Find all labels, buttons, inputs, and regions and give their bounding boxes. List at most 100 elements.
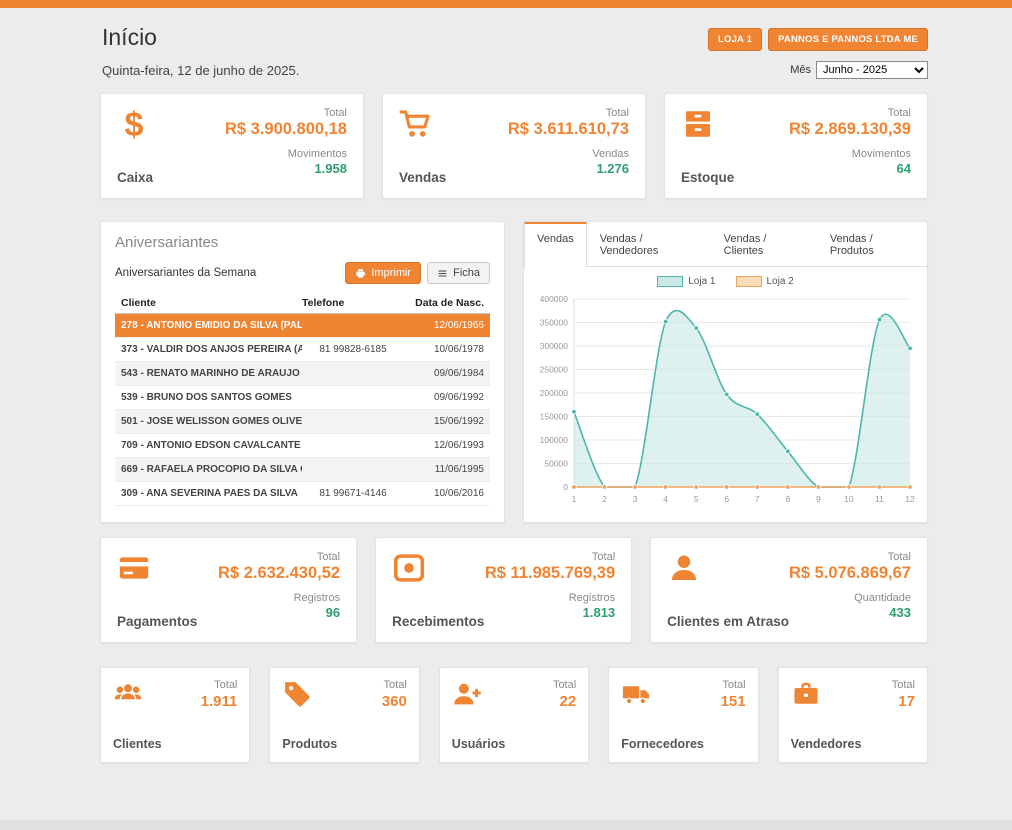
birthday-row[interactable]: 539 - BRUNO DOS SANTOS GOMES09/06/1992: [115, 386, 490, 410]
card-label: Vendas: [399, 170, 446, 185]
svg-text:5: 5: [694, 494, 699, 504]
page-header: Início LOJA 1 PANNOS E PANNOS LTDA ME: [100, 22, 928, 51]
legend-swatch: [736, 276, 762, 287]
count-value: 433: [789, 605, 911, 620]
birthdays-title: Aniversariantes: [101, 222, 504, 257]
sales-panel: VendasVendas / VendedoresVendas / Client…: [523, 221, 928, 523]
svg-text:4: 4: [663, 494, 668, 504]
legend-loja-2: Loja 2: [736, 276, 794, 287]
birthdate-cell: 12/06/1993: [404, 440, 484, 451]
briefcase-icon: [791, 679, 821, 709]
client-cell: 669 - RAFAELA PROCOPIO DA SILVA CA...: [121, 464, 302, 475]
birthdate-cell: 12/06/1966: [404, 320, 484, 331]
print-button-label: Imprimir: [371, 267, 411, 279]
svg-text:11: 11: [875, 494, 884, 504]
card-label: Clientes: [113, 737, 162, 751]
birthdate-cell: 10/06/1978: [404, 344, 484, 355]
birthday-row[interactable]: 309 - ANA SEVERINA PAES DA SILVA81 99671…: [115, 482, 490, 506]
box-icon: [681, 107, 715, 141]
middle-row: Aniversariantes Aniversariantes da Seman…: [100, 221, 928, 523]
total-value: 17: [892, 693, 915, 710]
finance-cards-row: PagamentosTotalR$ 2.632.430,52Registros9…: [100, 537, 928, 643]
birthday-row[interactable]: 543 - RENATO MARINHO DE ARAUJO (F...09/0…: [115, 362, 490, 386]
svg-text:6: 6: [724, 494, 729, 504]
total-value: 151: [721, 693, 746, 710]
client-cell: 278 - ANTONIO EMIDIO DA SILVA (PALE...: [121, 320, 302, 331]
list-icon: [437, 268, 448, 279]
client-cell: 539 - BRUNO DOS SANTOS GOMES: [121, 392, 302, 403]
total-value: R$ 5.076.869,67: [789, 564, 911, 583]
phone-cell: 81 99828-6185: [302, 344, 404, 355]
card-vendas: VendasTotalR$ 3.611.610,73Vendas1.276: [382, 93, 646, 199]
tab-vendas-clientes[interactable]: Vendas / Clientes: [711, 222, 817, 266]
count-value: 96: [218, 605, 340, 620]
birthdate-cell: 10/06/2016: [404, 488, 484, 499]
birthday-row[interactable]: 373 - VALDIR DOS ANJOS PEREIRA (AN...81 …: [115, 338, 490, 362]
svg-text:2: 2: [602, 494, 607, 504]
card-usu-rios: UsuáriosTotal22: [439, 667, 589, 763]
svg-text:9: 9: [816, 494, 821, 504]
svg-text:0: 0: [563, 482, 568, 492]
birthdate-cell: 09/06/1984: [404, 368, 484, 379]
card-label: Estoque: [681, 170, 734, 185]
count-label: Registros: [218, 592, 340, 604]
tab-vendas-vendedores[interactable]: Vendas / Vendedores: [587, 222, 711, 266]
birthday-row[interactable]: 501 - JOSE WELISSON GOMES OLIVEIR... 15/0…: [115, 410, 490, 434]
footer-bar: [0, 820, 1012, 830]
legend-loja-1: Loja 1: [657, 276, 715, 287]
svg-text:250000: 250000: [540, 365, 569, 375]
total-label: Total: [789, 551, 911, 563]
ficha-button-label: Ficha: [453, 267, 480, 279]
sales-chart: 0500001000001500002000002500003000003500…: [524, 289, 927, 514]
store-button[interactable]: LOJA 1: [708, 28, 762, 51]
card-caixa: $CaixaTotalR$ 3.900.800,18Movimentos1.95…: [100, 93, 364, 199]
ficha-button[interactable]: Ficha: [427, 262, 490, 284]
user-plus-icon: [452, 679, 482, 709]
person-icon: [667, 551, 701, 585]
svg-text:$: $: [125, 107, 144, 141]
card-label: Recebimentos: [392, 614, 484, 629]
card-label: Usuários: [452, 737, 506, 751]
svg-text:8: 8: [785, 494, 790, 504]
card-estoque: EstoqueTotalR$ 2.869.130,39Movimentos64: [664, 93, 928, 199]
dollar-icon: $: [117, 107, 151, 141]
total-value: 1.911: [201, 693, 238, 710]
total-value: 360: [382, 693, 407, 710]
total-label: Total: [789, 107, 911, 119]
card-label: Fornecedores: [621, 737, 704, 751]
card-recebimentos: RecebimentosTotalR$ 11.985.769,39Registr…: [375, 537, 632, 643]
total-label: Total: [218, 551, 340, 563]
total-label: Total: [485, 551, 615, 563]
card-label: Pagamentos: [117, 614, 197, 629]
svg-text:300000: 300000: [540, 341, 569, 351]
total-label: Total: [892, 679, 915, 691]
card-pagamentos: Pagamentos TotalR$ 2.632.430,52 Registros9…: [100, 537, 357, 643]
tab-vendas-produtos[interactable]: Vendas / Produtos: [817, 222, 927, 266]
month-filter: Mês Junho - 2025: [790, 61, 928, 79]
card-vendedores: VendedoresTotal17: [778, 667, 928, 763]
count-value: 1.276: [508, 161, 629, 176]
dashboard-page: Início LOJA 1 PANNOS E PANNOS LTDA ME Qu…: [100, 8, 928, 763]
company-button[interactable]: PANNOS E PANNOS LTDA ME: [768, 28, 928, 51]
birthday-row[interactable]: 669 - RAFAELA PROCOPIO DA SILVA CA...11/…: [115, 458, 490, 482]
print-icon: [355, 268, 366, 279]
legend-swatch: [657, 276, 683, 287]
current-date: Quinta-feira, 12 de junho de 2025.: [102, 63, 299, 78]
birthday-row[interactable]: 709 - ANTONIO EDSON CAVALCANTE D... 12/06…: [115, 434, 490, 458]
svg-text:200000: 200000: [540, 388, 569, 398]
month-select[interactable]: Junho - 2025: [816, 61, 928, 79]
birthdate-cell: 15/06/1992: [404, 416, 484, 427]
total-value: R$ 3.900.800,18: [225, 120, 347, 139]
count-value: 1.813: [485, 605, 615, 620]
client-cell: 501 - JOSE WELISSON GOMES OLIVEIR...: [121, 416, 302, 427]
tab-vendas[interactable]: Vendas: [524, 222, 587, 267]
client-cell: 309 - ANA SEVERINA PAES DA SILVA: [121, 488, 302, 499]
birthday-row[interactable]: 278 - ANTONIO EMIDIO DA SILVA (PALE... 12…: [115, 314, 490, 338]
coin-icon: [392, 551, 426, 585]
client-cell: 709 - ANTONIO EDSON CAVALCANTE D...: [121, 440, 302, 451]
svg-text:400000: 400000: [540, 294, 569, 304]
total-value: R$ 2.632.430,52: [218, 564, 340, 583]
print-button[interactable]: Imprimir: [345, 262, 421, 284]
card-label: Produtos: [282, 737, 337, 751]
summary-cards-row: $CaixaTotalR$ 3.900.800,18Movimentos1.95…: [100, 93, 928, 199]
